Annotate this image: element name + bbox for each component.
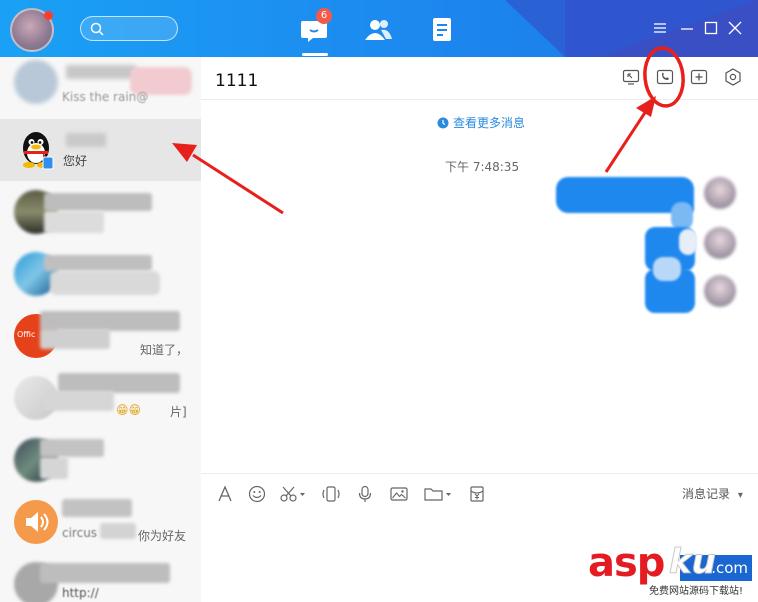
input-divider <box>201 473 758 474</box>
contact-name <box>44 193 152 211</box>
menu-icon[interactable] <box>652 20 668 36</box>
my-avatar <box>704 275 736 307</box>
screenshot-icon[interactable] <box>279 485 307 503</box>
blurred-content <box>44 211 104 233</box>
titlebar-decoration <box>505 0 565 57</box>
clock-icon <box>437 117 449 129</box>
nav-contacts-tab[interactable] <box>363 16 392 44</box>
contact-name <box>40 439 104 457</box>
message-preview-tail: 你为好友 <box>138 529 187 543</box>
list-item[interactable]: 😁😁 片] <box>0 367 201 429</box>
contact-name <box>62 499 132 517</box>
list-item[interactable]: Offic 知道了， <box>0 305 201 367</box>
shake-icon[interactable] <box>321 485 341 503</box>
settings-icon[interactable] <box>723 67 743 87</box>
watermark-ku: ku <box>669 542 717 583</box>
list-item[interactable] <box>0 429 201 491</box>
view-more-messages-label: 查看更多消息 <box>453 116 526 130</box>
message-preview: 您好 <box>63 154 88 168</box>
my-avatar <box>704 177 736 209</box>
contact-name <box>40 311 180 331</box>
contact-name <box>40 563 170 583</box>
close-icon[interactable] <box>727 20 743 36</box>
voice-call-icon[interactable] <box>655 67 675 87</box>
title-bar: 6 <box>0 0 758 57</box>
message-preview: Kiss the rain@ <box>62 90 149 104</box>
message-bubble <box>653 257 681 281</box>
maximize-icon[interactable] <box>703 20 719 36</box>
space-icon <box>433 18 451 41</box>
message-history-label: 消息记录 <box>682 487 731 501</box>
notification-avatar <box>14 500 58 544</box>
list-item[interactable]: circus 你为好友 <box>0 491 201 553</box>
nav-chat-tab[interactable]: 6 <box>300 8 332 44</box>
blurred-content <box>100 523 136 539</box>
conversation-list[interactable]: Kiss the rain@ 您好 Offic 知道了， 😁😁 片] circu… <box>0 57 201 602</box>
site-watermark: .com asp ku 免费网站源码下载站! <box>585 540 758 602</box>
list-item[interactable]: Kiss the rain@ <box>0 57 201 119</box>
message-bubble <box>671 202 693 230</box>
message-preview: 知道了， <box>140 343 189 357</box>
active-tab-indicator <box>302 53 328 56</box>
user-avatar[interactable] <box>10 8 54 52</box>
blurred-content <box>40 329 110 349</box>
watermark-subtitle: 免费网站源码下载站! <box>649 586 744 597</box>
message-history-button[interactable]: 消息记录 ▾ <box>682 485 743 502</box>
header-divider <box>201 99 758 100</box>
red-packet-icon[interactable] <box>467 485 487 503</box>
my-avatar <box>704 227 736 259</box>
emoji-face-icon: 😁😁 <box>116 403 142 417</box>
list-item[interactable] <box>0 181 201 243</box>
emoji-icon[interactable] <box>247 485 267 503</box>
message-bubble <box>679 229 697 255</box>
share-screen-icon[interactable] <box>621 67 641 87</box>
voice-icon[interactable] <box>355 485 375 503</box>
message-preview: 片] <box>170 405 187 419</box>
add-member-icon[interactable] <box>689 67 709 87</box>
view-more-messages-link[interactable]: 查看更多消息 <box>437 114 525 131</box>
office-logo: Offic <box>17 330 36 339</box>
blurred-content <box>44 391 114 411</box>
watermark-asp: asp <box>588 540 665 586</box>
speaker-icon <box>26 512 49 532</box>
contact-name <box>44 255 152 271</box>
message-timestamp: 下午 7:48:35 <box>445 160 520 174</box>
contact-avatar <box>14 60 58 104</box>
status-dot <box>44 11 53 20</box>
contact-name <box>58 373 180 393</box>
search-icon <box>90 22 104 36</box>
minimize-icon[interactable] <box>679 20 695 36</box>
nav-space-tab[interactable] <box>430 16 458 44</box>
chat-panel: 1111 查看更多消息 下午 7:48:35 消息记录 ▾ <box>201 57 758 602</box>
message-preview: http:// <box>62 586 99 600</box>
contacts-icon <box>365 20 392 40</box>
image-icon[interactable] <box>389 485 409 503</box>
search-box[interactable] <box>80 16 178 41</box>
folder-icon[interactable] <box>423 485 453 503</box>
list-item[interactable] <box>0 243 201 305</box>
list-item[interactable]: http:// <box>0 553 201 602</box>
list-item[interactable]: 您好 <box>0 119 201 181</box>
chat-title: 1111 <box>215 71 259 91</box>
chevron-down-icon: ▾ <box>737 490 743 501</box>
mobile-online-icon <box>42 156 54 170</box>
blurred-content <box>40 457 68 479</box>
contact-name <box>66 65 136 79</box>
unread-badge: 6 <box>316 8 332 24</box>
blurred-content <box>50 271 160 295</box>
font-icon[interactable] <box>215 485 235 503</box>
message-preview: circus <box>62 526 98 540</box>
contact-name <box>66 133 106 147</box>
